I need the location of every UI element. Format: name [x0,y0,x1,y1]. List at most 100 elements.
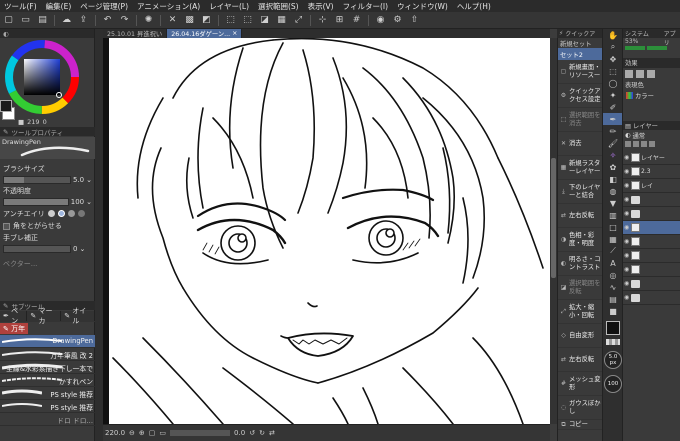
menu-filter[interactable]: フィルター(I) [343,1,388,12]
zoom-in-icon[interactable]: ⊕ [139,429,145,437]
canvas-area[interactable] [103,38,550,424]
redo-icon[interactable]: ↷ [117,14,132,27]
eye-icon[interactable]: ◉ [624,238,630,245]
gradient-icon[interactable]: ▥ [603,209,623,221]
quick-item[interactable]: ◇ 自由変形 [558,324,602,348]
eraser-icon[interactable]: ◧ [603,173,623,185]
ruler-icon[interactable]: ⟋ [603,245,623,257]
balloon-icon[interactable]: ◎ [603,269,623,281]
quick-item[interactable]: ▦ 新規ラスターレイヤー [558,156,602,180]
document-tab-2[interactable]: 26.04.16ダゲーン... × [167,29,243,38]
select-icon[interactable]: ⬚ [603,65,623,77]
effect-button-3[interactable] [647,70,655,78]
canvas-scrollbar[interactable] [550,38,557,424]
quick-item[interactable]: ⇄ 左右反転 [558,204,602,228]
eye-icon[interactable]: ◉ [624,294,630,301]
layer-row[interactable]: ◉ レイヤー [623,151,680,165]
move-icon[interactable]: ✥ [603,53,623,65]
effect-button-2[interactable] [636,70,644,78]
quick-item[interactable]: ✕ 消去 [558,132,602,156]
eye-icon[interactable]: ◉ [624,280,630,287]
layer-option-1[interactable] [625,141,631,147]
blend-icon[interactable]: ◍ [603,185,623,197]
brush-icon[interactable]: 🖌 [603,137,623,149]
selection-icon[interactable]: ⬚ [223,14,238,27]
brush-item[interactable]: かすれペン [0,374,95,387]
export-icon[interactable]: ⇪ [76,14,91,27]
menu-edit[interactable]: 編集(E) [46,1,72,12]
quick-item[interactable]: ◑ 色相・彩度・明度 [558,228,602,252]
eye-icon[interactable]: ◉ [624,266,630,273]
tab-pen[interactable]: ✒ ペン [0,307,28,325]
transform-icon[interactable]: ⤢ [291,14,306,27]
layer-row[interactable]: ◉ [623,193,680,207]
fit-icon[interactable]: ▢ [149,429,156,437]
menu-file[interactable]: ツール(F) [4,1,37,12]
close-icon[interactable]: × [232,30,237,37]
effect-button-1[interactable] [625,70,633,78]
quick-item[interactable]: ◪ 選択範囲を反転 [558,276,602,300]
layer-row[interactable]: ◉ [623,291,680,305]
menu-select[interactable]: 選択範囲(S) [258,1,299,12]
opacity-indicator[interactable]: 100 [604,375,622,393]
airbrush-icon[interactable]: ✧ [603,149,623,161]
eyedropper-icon[interactable]: ✐ [603,101,623,113]
quick-item[interactable]: ◌ ガウスぼかし [558,396,602,420]
clear-icon[interactable]: ✕ [165,14,180,27]
assets-icon[interactable]: ◉ [373,14,388,27]
quick-item[interactable]: ▢ 新規畫面・リソースー [558,60,602,84]
hand-icon[interactable]: ✋ [603,29,623,41]
menu-view[interactable]: 表示(V) [308,1,334,12]
stabilization-stepper-icon[interactable]: ⌄ [79,245,85,253]
undo-icon[interactable]: ↶ [100,14,115,27]
brush-size-slider[interactable] [3,175,71,184]
quick-item[interactable]: ⬚ 選択範囲を消去 [558,108,602,132]
invert-selection-icon[interactable]: ◪ [257,14,272,27]
opacity-slider[interactable] [3,197,69,206]
layer-option-4[interactable] [649,141,655,147]
quick-item[interactable]: ⇄ 左右反転 [558,348,602,372]
decoration-icon[interactable]: ✿ [603,161,623,173]
brush-size-stepper-icon[interactable]: ⌄ [86,176,92,184]
snap-ruler-icon[interactable]: ⊞ [332,14,347,27]
antialias-option-strong[interactable] [77,210,85,217]
lasso-icon[interactable]: ◯ [603,77,623,89]
brush-item[interactable]: PS style 推荐 [0,387,95,400]
snap-grid-icon[interactable]: # [349,14,364,27]
settings-icon[interactable]: ⚙ [390,14,405,27]
layer-row[interactable]: ◉ レイ [623,179,680,193]
figure-icon[interactable]: □ [603,221,623,233]
brush-item[interactable]: PS style 推荐 [0,400,95,413]
clear-outside-icon[interactable]: ▩ [182,14,197,27]
brush-item[interactable]: 万年筆風 改 2 [0,348,95,361]
gray-swatch-icon[interactable]: ■ [603,305,623,317]
color-mode-select[interactable]: カラー [635,91,654,100]
layer-move-icon[interactable]: ▤ [603,293,623,305]
pencil-icon[interactable]: ✏ [603,125,623,137]
eye-icon[interactable]: ◉ [624,210,630,217]
fit-width-icon[interactable]: ▭ [159,429,166,437]
round-corners-checkbox[interactable] [3,222,10,230]
blend-mode-select[interactable]: 通常 [633,131,646,140]
antialias-option-weak[interactable] [57,210,65,217]
quick-access-set[interactable]: セット2 [558,48,602,60]
snap-icon[interactable]: ⊹ [315,14,330,27]
document-tab-1[interactable]: 25.10.01 昇進祝い [103,29,168,38]
transparent-color-indicator[interactable] [606,339,620,345]
quick-item[interactable]: ⚙ クイックアクセス設定 [558,84,602,108]
rotate-left-icon[interactable]: ↺ [249,429,255,437]
frame-icon[interactable]: ▦ [603,233,623,245]
brush-size-indicator[interactable]: 5.0 px [604,351,622,369]
selection-border-icon[interactable]: ▦ [274,14,289,27]
main-color-swatch[interactable] [0,100,12,112]
tab-oil[interactable]: ✎ オイル [61,307,95,325]
correction-icon[interactable]: ∿ [603,281,623,293]
tab-marker[interactable]: ✎ マーカ [27,307,62,325]
quick-item[interactable]: ⧉ コピー [558,420,602,430]
menu-layer[interactable]: レイヤー(L) [209,1,249,12]
stabilization-slider[interactable] [3,244,71,253]
eye-icon[interactable]: ◉ [624,168,630,175]
menu-window[interactable]: ウィンドウ(W) [397,1,448,12]
main-color-indicator[interactable] [606,321,620,335]
layer-row[interactable]: ◉ [623,207,680,221]
